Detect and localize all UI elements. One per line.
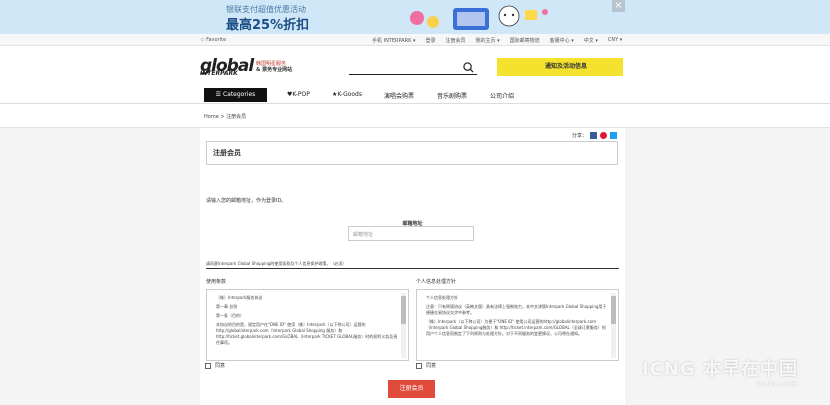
shipping-link[interactable]: 国际邮寄物流 [510, 37, 540, 44]
privacy-title: 个人信息处理方针 [416, 279, 457, 285]
banner-illustration [405, 2, 555, 32]
breadcrumb-separator: > [220, 114, 225, 120]
search-icon[interactable] [463, 62, 474, 73]
terms-agree-checkbox[interactable]: 同意 [205, 362, 225, 369]
twitter-icon[interactable] [610, 132, 618, 139]
privacy-textbox[interactable]: 个人信息处理方针 注意：只有原版协议（英韩文版）具有法律上强制效力，本中文译版I… [416, 289, 619, 361]
currency-select[interactable]: CNY ▾ [608, 37, 622, 44]
email-instruction: 请输入您的邮箱地址，作为登录ID。 [206, 198, 287, 204]
search-input[interactable] [349, 60, 477, 75]
privacy-scrollbar[interactable] [611, 293, 616, 358]
weibo-icon[interactable] [600, 132, 608, 139]
email-field[interactable]: 邮箱地址 [348, 226, 474, 241]
top-utility-bar: ☆ Favorite 手机 INTERPARK ▾ 登录 注册会员 我的主页 ▾… [0, 34, 830, 46]
breadcrumb: Home > 注册会员 [204, 113, 246, 120]
breadcrumb-bar: Home > 注册会员 [0, 104, 830, 128]
privacy-agree-label: 同意 [426, 363, 437, 369]
privacy-agree-checkbox[interactable]: 同意 [416, 362, 436, 369]
privacy-line: 注意：只有原版协议（英韩文版）具有法律上强制效力，本中文译版Interpark … [426, 304, 607, 315]
agree-all-notice: 请同意Interpark Global Shopping的使用条款及个人信息保护… [206, 261, 619, 269]
site-header: global INTERPARK 韩国明星服务 & 票务专业网站 通知及活动信息 [0, 46, 830, 86]
privacy-line: 个人信息处理方针 [426, 295, 458, 300]
breadcrumb-current: 注册会员 [226, 114, 247, 120]
customer-center-link[interactable]: 客服中心 ▾ [550, 37, 574, 44]
nav-item-concert[interactable]: 演唱会购票 [384, 91, 414, 100]
logo-tagline: 韩国明星服务 & 票务专业网站 [256, 61, 292, 73]
site-logo[interactable]: global INTERPARK [200, 56, 254, 77]
terms-title: 使用条款 [206, 279, 227, 285]
nav-item-musical[interactable]: 音乐剧购票 [437, 91, 467, 100]
register-link[interactable]: 注册会员 [445, 37, 465, 44]
banner-close-button[interactable]: × [612, 0, 625, 12]
mobile-link[interactable]: 手机 INTERPARK ▾ [372, 37, 415, 44]
main-nav: ☰ Categories ♥K-POP ★K-Goods 演唱会购票 音乐剧购票… [0, 86, 830, 104]
my-page-link[interactable]: 我的主页 ▾ [476, 37, 500, 44]
facebook-icon[interactable] [590, 132, 598, 139]
login-link[interactable]: 登录 [425, 37, 435, 44]
notice-promo-banner[interactable]: 通知及活动信息 [497, 58, 623, 76]
language-select[interactable]: 中文 ▾ [584, 37, 598, 44]
watermark-small: icnkr.com [756, 381, 799, 388]
nav-item-kgoods[interactable]: ★K-Goods [332, 91, 362, 98]
register-submit-button[interactable]: 注册会员 [388, 380, 435, 398]
terms-line: 第一章 总则 [216, 304, 238, 309]
promo-banner[interactable]: 银联支付超值优惠活动 最高25%折扣 × [0, 0, 830, 34]
checkbox-box[interactable] [205, 362, 211, 369]
page-title: 注册会员 [206, 141, 618, 165]
terms-scrollbar[interactable] [401, 293, 406, 358]
terms-agree-label: 同意 [215, 363, 226, 369]
favorite-link[interactable]: ☆ Favorite [200, 37, 226, 43]
terms-line: 第一条（目的） [216, 313, 244, 318]
terms-textbox[interactable]: （株）Interpark服务协议 第一章 总则 第一条（目的） 本协议的目的是，… [206, 289, 409, 361]
checkbox-box[interactable] [416, 362, 422, 369]
breadcrumb-home[interactable]: Home [204, 114, 219, 120]
site-watermark: ICNG 本早在中国 icnkr.com [642, 355, 798, 388]
share-bar: 分享： [572, 132, 618, 139]
terms-line: （株）Interpark服务协议 [216, 295, 263, 300]
categories-button[interactable]: ☰ Categories [204, 88, 267, 102]
logo-tagline-2: & 票务专业网站 [256, 67, 293, 73]
watermark-text: ICNG 本早在中国 [642, 359, 799, 380]
terms-line: 本协议的目的是，规定用户在"ONE ID" 使用（株）Interpark（以下称… [216, 322, 398, 345]
share-label: 分享： [572, 133, 588, 139]
register-panel: 分享： 注册会员 请输入您的邮箱地址，作为登录ID。 邮箱地址 邮箱地址 请同意… [200, 128, 625, 405]
logo-small-text: INTERPARK [200, 70, 238, 77]
utility-links: 手机 INTERPARK ▾ 登录 注册会员 我的主页 ▾ 国际邮寄物流 客服中… [372, 37, 622, 44]
nav-item-about[interactable]: 公司介绍 [490, 91, 514, 100]
nav-item-kpop[interactable]: ♥K-POP [287, 91, 310, 98]
banner-line2: 最高25%折扣 [226, 18, 310, 33]
privacy-line: （株）Interpark（以下称公司）为便于"ONE ID" 使用公司运营的ht… [426, 319, 606, 336]
